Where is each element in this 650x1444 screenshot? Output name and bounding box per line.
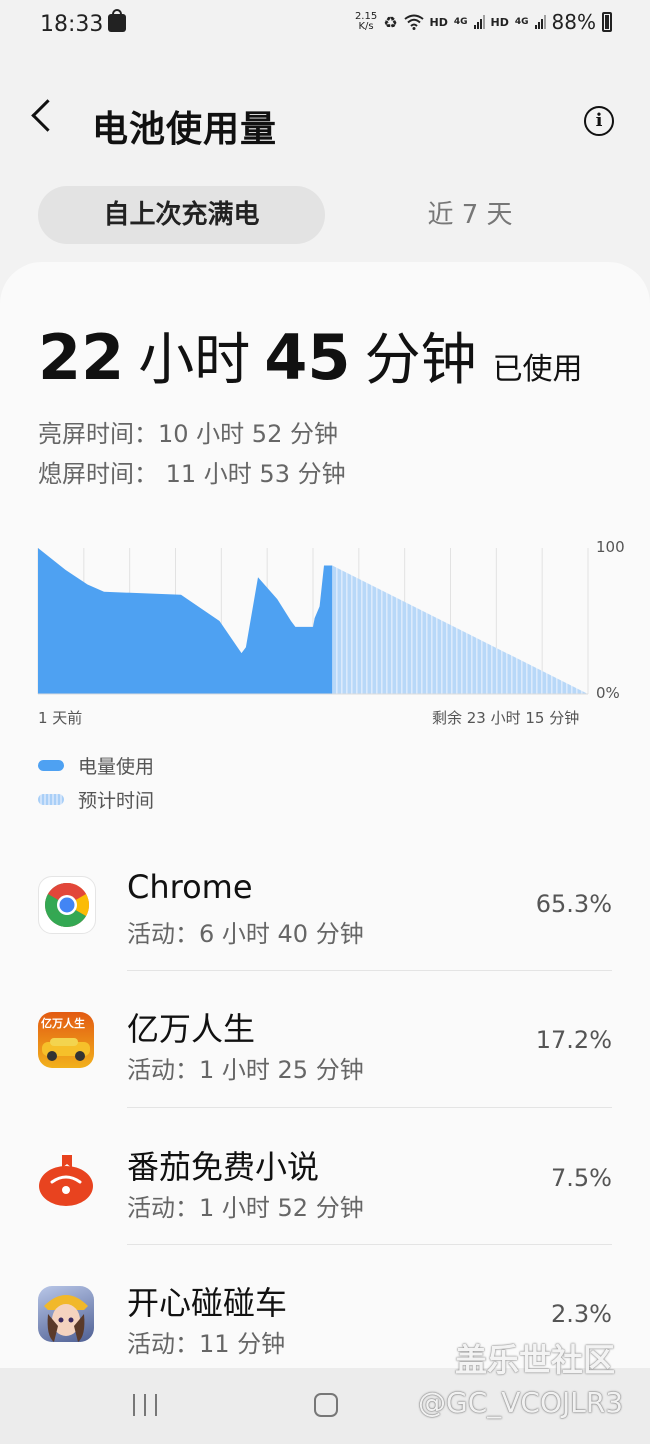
shopping-bag-icon bbox=[108, 9, 126, 32]
battery-chart bbox=[37, 548, 589, 695]
app-activity: 活动：6 小时 40 分钟 bbox=[127, 920, 364, 948]
chart-actual-area bbox=[38, 548, 333, 694]
usage-used-label: 已使用 bbox=[492, 352, 583, 387]
app-activity: 活动：11 分钟 bbox=[127, 1330, 286, 1358]
app-row-chrome[interactable]: Chrome 活动：6 小时 40 分钟 65.3% bbox=[0, 868, 650, 1004]
screen-off-time: 熄屏时间： 11 小时 53 分钟 bbox=[38, 460, 346, 488]
signal-icon-1 bbox=[473, 15, 485, 29]
signal-icon-2 bbox=[534, 15, 546, 29]
usage-hours: 22 bbox=[38, 321, 125, 394]
app-percent: 2.3% bbox=[551, 1300, 612, 1328]
watermark-handle: @GC_VCOJLR3 bbox=[418, 1386, 624, 1419]
app-name: 番茄免费小说 bbox=[127, 1148, 320, 1186]
clock: 18:33 bbox=[40, 12, 104, 37]
network-speed-unit: K/s bbox=[358, 21, 374, 32]
legend-actual-swatch bbox=[38, 760, 64, 771]
hd-label-2: HD bbox=[490, 15, 509, 29]
network-type-1: 4G bbox=[453, 17, 468, 27]
recycle-icon: ♻ bbox=[383, 12, 398, 32]
yiwanrensheng-icon: 亿万人生 bbox=[38, 1012, 94, 1068]
app-name: 亿万人生 bbox=[127, 1010, 256, 1048]
hd-label-1: HD bbox=[429, 15, 448, 29]
tab-last-7-days[interactable]: 近 7 天 bbox=[380, 186, 560, 244]
yiwanrensheng-icon-text: 亿万人生 bbox=[41, 1017, 85, 1030]
legend-projected-label: 预计时间 bbox=[78, 790, 155, 812]
status-icons: 2.15 K/s ♻ HD 4G HD 4G 88% bbox=[355, 10, 612, 34]
chart-x-end-label: 剩余 23 小时 15 分钟 bbox=[432, 709, 580, 727]
app-name: Chrome bbox=[127, 868, 253, 906]
tab-since-full-charge[interactable]: 自上次充满电 bbox=[38, 186, 325, 244]
total-usage: 22 小时 45 分钟 已使用 bbox=[38, 315, 583, 396]
chart-y-min-label: 0% bbox=[596, 684, 620, 702]
usage-hours-unit: 小时 bbox=[138, 328, 251, 393]
battery-icon bbox=[602, 12, 612, 32]
chart-x-start-label: 1 天前 bbox=[38, 709, 83, 727]
chart-projected-area bbox=[332, 565, 588, 694]
legend-projected-swatch bbox=[38, 794, 64, 805]
divider bbox=[127, 970, 612, 971]
network-speed: 2.15 K/s bbox=[355, 12, 377, 32]
divider bbox=[127, 1244, 612, 1245]
network-type-2: 4G bbox=[514, 17, 529, 27]
screen-on-time: 亮屏时间：10 小时 52 分钟 bbox=[38, 420, 338, 448]
pengpengche-icon bbox=[38, 1286, 94, 1342]
battery-percent: 88% bbox=[551, 10, 596, 34]
chrome-icon bbox=[38, 876, 96, 934]
status-bar: 18:33 2.15 K/s ♻ HD 4G HD 4G 88% bbox=[0, 0, 650, 52]
wifi-icon bbox=[403, 14, 424, 30]
app-row-yiwanrensheng[interactable]: 亿万人生 亿万人生 活动：1 小时 25 分钟 17.2% bbox=[0, 1004, 650, 1140]
divider bbox=[127, 1107, 612, 1108]
app-activity: 活动：1 小时 52 分钟 bbox=[127, 1194, 364, 1222]
app-percent: 65.3% bbox=[535, 890, 612, 918]
info-icon[interactable]: i bbox=[584, 106, 614, 136]
tomato-icon bbox=[38, 1150, 94, 1206]
recent-apps-icon[interactable] bbox=[133, 1394, 157, 1416]
app-row-fanqie[interactable]: 番茄免费小说 活动：1 小时 52 分钟 7.5% bbox=[0, 1142, 650, 1278]
page-title: 电池使用量 bbox=[92, 109, 278, 150]
app-name: 开心碰碰车 bbox=[127, 1284, 288, 1322]
usage-minutes: 45 bbox=[264, 321, 351, 394]
chart-y-max-label: 100 bbox=[596, 538, 625, 556]
legend-actual-label: 电量使用 bbox=[78, 756, 155, 778]
app-percent: 7.5% bbox=[551, 1164, 612, 1192]
usage-minutes-unit: 分钟 bbox=[364, 328, 477, 393]
legend-actual: 电量使用 bbox=[38, 752, 154, 779]
app-activity: 活动：1 小时 25 分钟 bbox=[127, 1056, 364, 1084]
watermark-title: 盖乐世社区 bbox=[455, 1341, 616, 1379]
app-percent: 17.2% bbox=[535, 1026, 612, 1054]
back-arrow-icon[interactable] bbox=[31, 99, 64, 132]
home-icon[interactable] bbox=[314, 1393, 338, 1417]
legend-projected: 预计时间 bbox=[38, 786, 154, 813]
